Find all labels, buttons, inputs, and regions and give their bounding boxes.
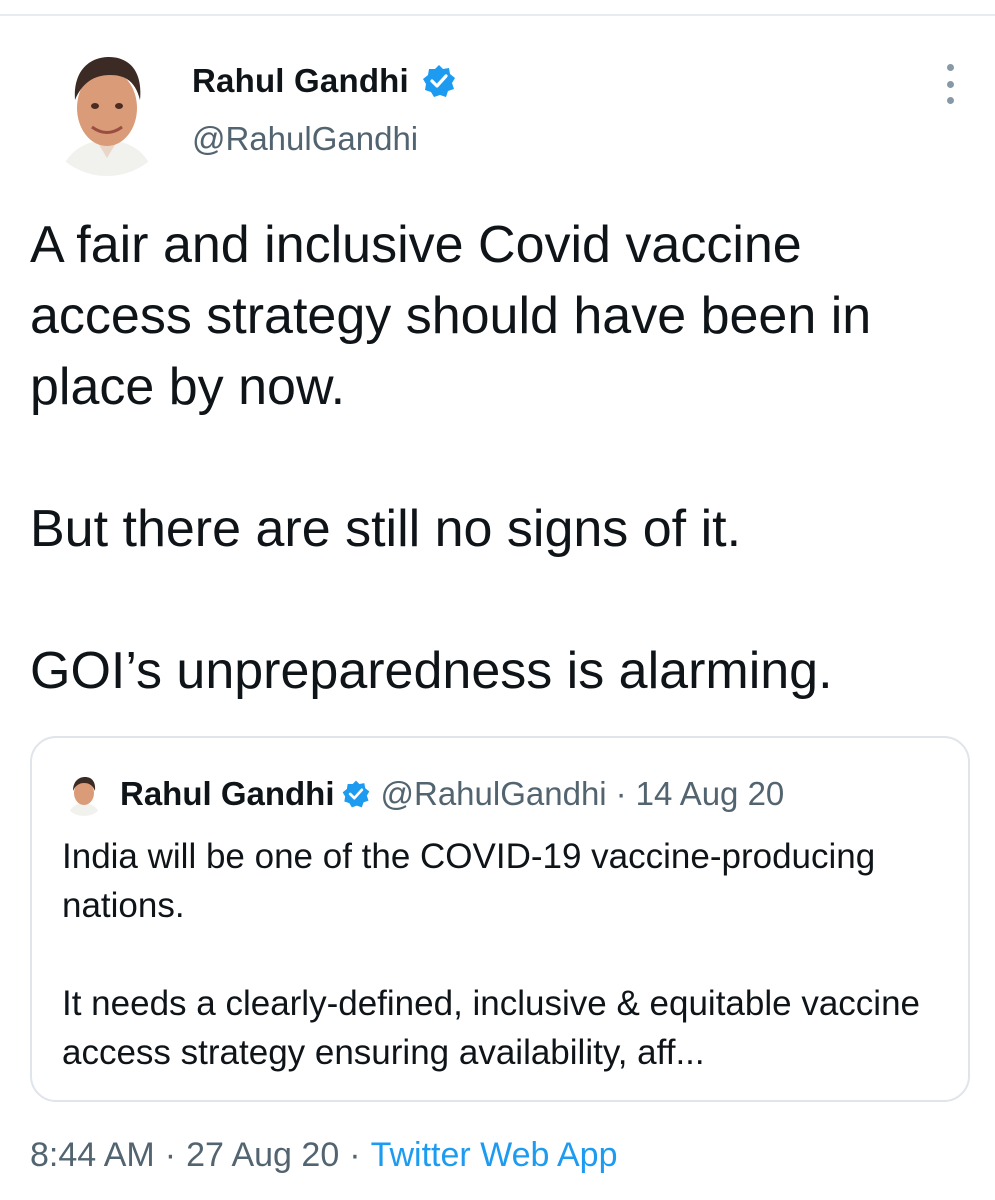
tweet-time[interactable]: 8:44 AM	[30, 1136, 155, 1175]
verified-badge-icon	[421, 63, 457, 99]
more-vertical-icon	[946, 64, 954, 71]
author-name[interactable]: Rahul Gandhi	[192, 62, 409, 100]
more-options-button[interactable]	[932, 64, 968, 104]
tweet-metadata: 8:44 AM · 27 Aug 20 · Twitter Web App	[30, 1130, 618, 1180]
quoted-author-avatar	[62, 772, 106, 816]
tweet-paragraph: But there are still no signs of it.	[30, 500, 742, 558]
quoted-author-handle: @RahulGandhi	[380, 775, 607, 812]
quoted-tweet-text: India will be one of the COVID-19 vaccin…	[62, 832, 942, 1077]
tweet-text: A fair and inclusive Covid vaccine acces…	[30, 210, 960, 707]
quoted-tweet-header: Rahul Gandhi @RahulGandhi · 14 Aug 20	[62, 772, 784, 816]
separator-dot: ·	[349, 1135, 361, 1174]
top-divider	[0, 14, 995, 16]
separator-dot: ·	[164, 1135, 177, 1174]
quoted-paragraph: India will be one of the COVID-19 vaccin…	[62, 837, 876, 925]
tweet-detail-page: Rahul Gandhi @RahulGandhi A fair and inc…	[0, 0, 995, 1200]
author-name-row[interactable]: Rahul Gandhi	[192, 58, 457, 104]
quoted-tweet-date: 14 Aug 20	[635, 775, 785, 812]
author-handle[interactable]: @RahulGandhi	[192, 120, 418, 158]
quoted-tweet-card[interactable]: Rahul Gandhi @RahulGandhi · 14 Aug 20 In…	[30, 736, 970, 1102]
quoted-author-name: Rahul Gandhi	[120, 775, 335, 812]
tweet-date[interactable]: 27 Aug 20	[186, 1136, 339, 1175]
quoted-paragraph: It needs a clearly-defined, inclusive & …	[62, 984, 920, 1072]
separator-dot: ·	[615, 775, 627, 812]
tweet-source-link[interactable]: Twitter Web App	[371, 1136, 618, 1175]
author-avatar[interactable]	[40, 42, 174, 176]
verified-badge-icon	[341, 779, 371, 809]
tweet-paragraph: A fair and inclusive Covid vaccine acces…	[30, 216, 872, 416]
tweet-paragraph: GOI’s unpreparedness is alarming.	[30, 642, 833, 700]
